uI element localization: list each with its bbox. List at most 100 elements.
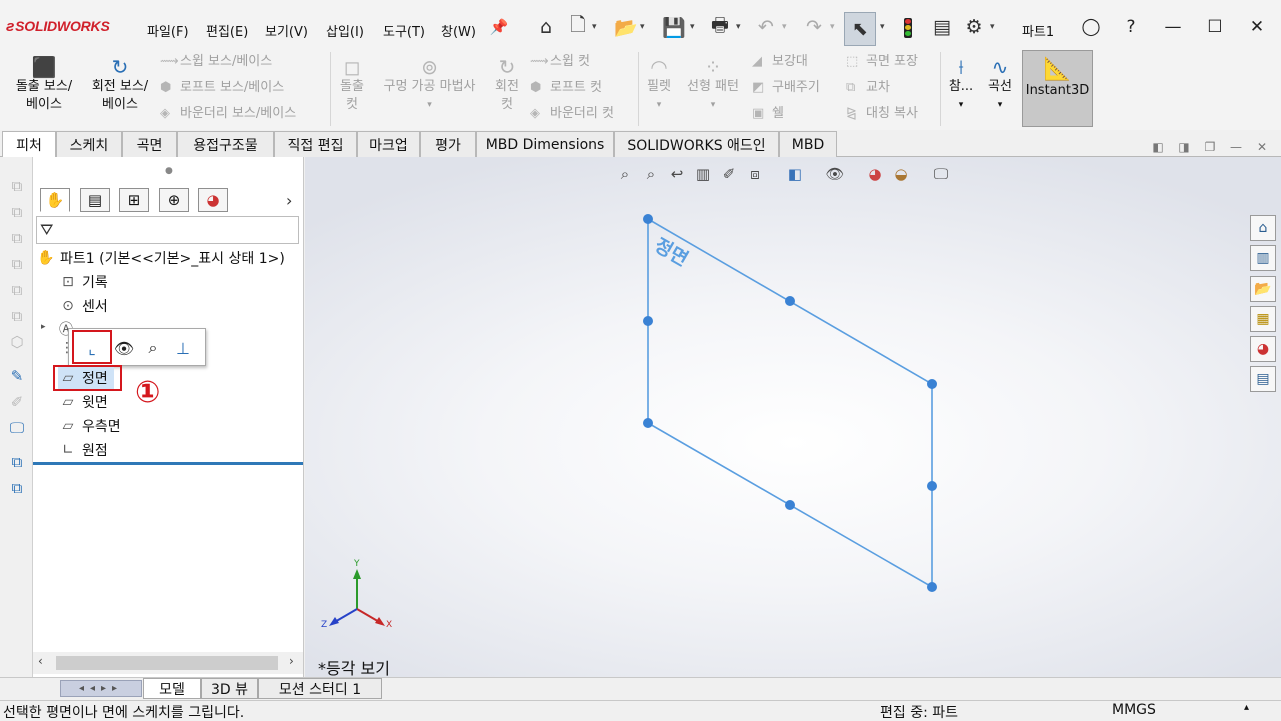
tab-surfaces[interactable]: 곡면 — [122, 131, 177, 157]
tab-features[interactable]: 피처 — [2, 131, 56, 157]
hole-wizard-button[interactable]: ⊚ 구멍 가공 마법사 ▾ — [372, 56, 487, 114]
revolve-boss-button[interactable]: ↻ 회전 보스/ 베이스 — [84, 56, 156, 114]
instant3d-button[interactable]: 📐 Instant3D — [1022, 50, 1093, 127]
file-properties-icon[interactable]: ▤ — [928, 13, 956, 41]
boundary-cut-button[interactable]: ◈ 바운더리 컷 — [530, 106, 614, 122]
menu-edit[interactable]: 편집(E) — [206, 21, 248, 40]
save-icon[interactable]: 💾 — [660, 13, 688, 41]
copy-icon[interactable]: ⧉ — [7, 452, 27, 472]
chevron-right-icon[interactable]: › — [286, 191, 292, 210]
tab-model[interactable]: 모델 — [143, 678, 201, 699]
shortcut-icon[interactable]: ⬡ — [7, 332, 27, 352]
document-close-icon[interactable]: ✕ — [1254, 139, 1270, 155]
tab-3d-views[interactable]: 3D 뷰 — [201, 678, 258, 699]
chevron-down-icon[interactable]: ▾ — [944, 96, 978, 114]
tree-item-front-plane[interactable]: ▱ 정면 — [58, 367, 114, 389]
chevron-up-icon[interactable]: ▴ — [1244, 702, 1249, 713]
plane-handle[interactable] — [927, 481, 937, 491]
undo-icon[interactable]: ↶ — [752, 13, 780, 41]
chevron-down-icon[interactable]: ▾ — [592, 22, 597, 32]
home-icon[interactable]: ⌂ — [532, 13, 560, 41]
extrude-boss-button[interactable]: ⬛ 돌출 보스/ 베이스 — [8, 56, 80, 114]
chevron-down-icon[interactable]: ▾ — [990, 22, 995, 32]
shortcut-icon[interactable]: ⧉ — [7, 202, 27, 222]
chevron-down-icon[interactable]: ▾ — [642, 96, 676, 114]
tab-motion-study[interactable]: 모션 스터디 1 — [258, 678, 382, 699]
chevron-down-icon[interactable]: ▾ — [736, 22, 741, 32]
chevron-down-icon[interactable]: ▾ — [830, 22, 835, 32]
tree-item-origin[interactable]: ∟ 원점 — [58, 439, 108, 461]
chevron-down-icon[interactable]: ▾ — [782, 22, 787, 32]
menu-file[interactable]: 파일(F) — [147, 21, 189, 40]
tab-mbd[interactable]: MBD — [779, 131, 837, 157]
shortcut-icon[interactable]: ⧉ — [7, 280, 27, 300]
minimize-icon[interactable]: — — [1160, 14, 1186, 40]
shortcut-icon[interactable]: ⧉ — [7, 176, 27, 196]
mirror-button[interactable]: ⧎ 대칭 복사 — [846, 106, 918, 122]
panel-grip-icon[interactable]: ● — [165, 166, 173, 176]
front-plane-outline[interactable] — [647, 217, 933, 589]
shortcut-icon[interactable]: ⧉ — [7, 254, 27, 274]
display-icon[interactable]: 🖵 — [7, 418, 27, 438]
tab-evaluate[interactable]: 평가 — [420, 131, 476, 157]
rib-button[interactable]: ◢ 보강대 — [752, 54, 808, 70]
reference-geometry-button[interactable]: ⟊ 참... ▾ — [944, 56, 978, 114]
plane-handle[interactable] — [643, 418, 653, 428]
zoom-to-selection-icon[interactable]: ⌕ — [141, 337, 165, 359]
chevron-down-icon[interactable]: ▾ — [982, 96, 1018, 114]
pin-icon[interactable]: 📌 — [485, 13, 513, 41]
rollback-bar[interactable] — [33, 462, 303, 465]
tab-markup[interactable]: 마크업 — [357, 131, 420, 157]
tree-item-top-plane[interactable]: ▱ 윗면 — [58, 391, 108, 413]
menu-tools[interactable]: 도구(T) — [383, 21, 425, 40]
smart-dimension-icon[interactable]: ✐ — [7, 392, 27, 412]
shell-button[interactable]: ▣ 쉘 — [752, 106, 784, 122]
plane-handle[interactable] — [643, 316, 653, 326]
normal-to-icon[interactable]: ⊥ — [171, 337, 195, 359]
close-icon[interactable]: ✕ — [1244, 14, 1270, 40]
help-icon[interactable]: ? — [1118, 14, 1144, 40]
tab-weldments[interactable]: 용접구조물 — [177, 131, 274, 157]
user-icon[interactable]: ◯ — [1078, 14, 1104, 40]
draft-button[interactable]: ◩ 구배주기 — [752, 80, 820, 96]
show-icon[interactable]: 👁 — [112, 337, 136, 359]
model-geometry[interactable]: 정면 Y X Z — [305, 157, 1281, 677]
loft-cut-button[interactable]: ⬢ 로프트 컷 — [530, 80, 602, 96]
plane-handle[interactable] — [927, 582, 937, 592]
chevron-down-icon[interactable]: ▾ — [690, 22, 695, 32]
fillet-button[interactable]: ◠ 필렛 ▾ — [642, 56, 676, 114]
scroll-right-icon[interactable]: › — [289, 654, 294, 668]
plane-handle[interactable] — [643, 214, 653, 224]
dimxpert-tab-icon[interactable]: ⊕ — [159, 188, 189, 212]
linear-pattern-button[interactable]: ⁘ 선형 패턴 ▾ — [680, 56, 746, 114]
scrollbar-thumb[interactable] — [56, 656, 278, 670]
redo-icon[interactable]: ↷ — [800, 13, 828, 41]
print-icon[interactable]: 🖶 — [706, 13, 734, 41]
extrude-cut-button[interactable]: ◻ 돌출 컷 — [335, 56, 369, 114]
plane-handle[interactable] — [927, 379, 937, 389]
shortcut-icon[interactable]: ⧉ — [7, 228, 27, 248]
menu-window[interactable]: 창(W) — [441, 21, 476, 40]
tree-item-right-plane[interactable]: ▱ 우측면 — [58, 415, 121, 437]
solidworks-logo[interactable]: ƨSOLIDWORKS — [6, 18, 110, 35]
property-manager-tab-icon[interactable]: ▤ — [80, 188, 110, 212]
configuration-manager-tab-icon[interactable]: ⊞ — [119, 188, 149, 212]
sweep-cut-button[interactable]: ⟿스윕 컷 — [530, 54, 590, 70]
new-file-icon[interactable]: 🗋 — [564, 13, 592, 41]
loft-boss-button[interactable]: ⬢ 로프트 보스/베이스 — [160, 80, 284, 96]
sweep-boss-button[interactable]: ⟿스윕 보스/베이스 — [160, 54, 272, 70]
panel-collapse-left-icon[interactable]: ◧ — [1150, 139, 1166, 155]
display-manager-tab-icon[interactable]: ◕ — [198, 188, 228, 212]
sketch-shortcut-icon[interactable]: ✎ — [7, 366, 27, 386]
tree-root-part[interactable]: ✋ 파트1 (기본<<기본>_표시 상태 1>) — [36, 247, 285, 269]
chevron-down-icon[interactable]: ▾ — [640, 22, 645, 32]
document-restore-icon[interactable]: ❐ — [1202, 139, 1218, 155]
plane-handle[interactable] — [785, 500, 795, 510]
shortcut-icon[interactable]: ⧉ — [7, 306, 27, 326]
tree-item-history[interactable]: ⊡ 기록 — [58, 271, 108, 293]
options-icon[interactable]: ⚙ — [960, 13, 988, 41]
chevron-down-icon[interactable]: ▾ — [680, 96, 746, 114]
boundary-boss-button[interactable]: ◈ 바운더리 보스/베이스 — [160, 106, 296, 122]
sketch-icon[interactable]: ⌞ — [80, 337, 104, 359]
intersect-button[interactable]: ⧉ 교차 — [846, 80, 890, 96]
